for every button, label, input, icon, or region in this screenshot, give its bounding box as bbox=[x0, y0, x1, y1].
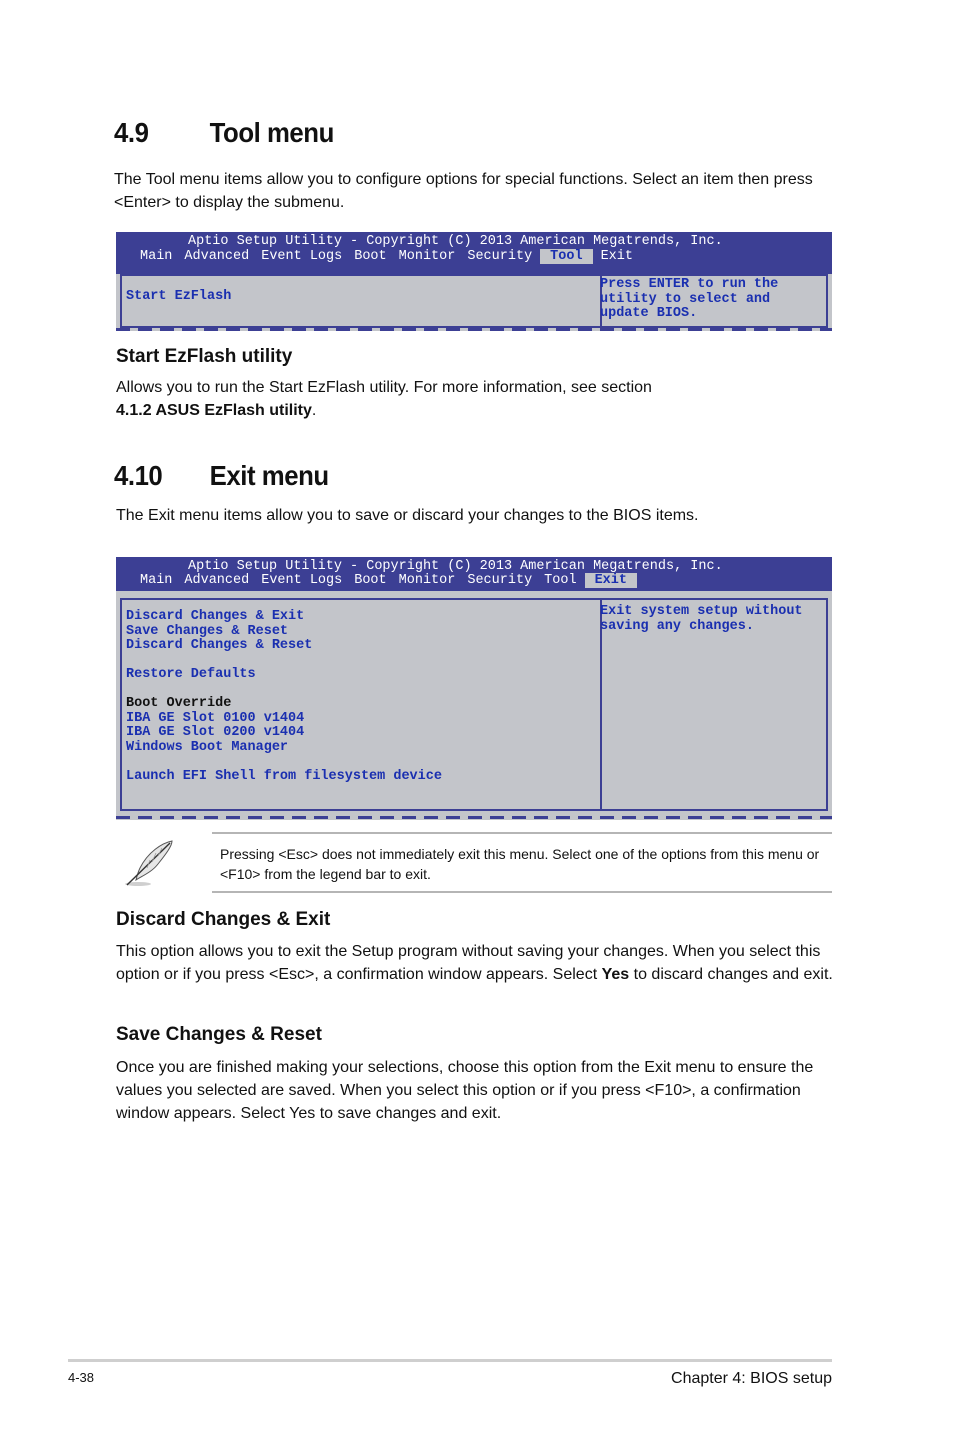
bios-tab-security[interactable]: Security bbox=[463, 573, 536, 588]
bios-title: Aptio Setup Utility - Copyright (C) 2013… bbox=[188, 234, 723, 249]
bios-menu-item[interactable]: Start EzFlash bbox=[126, 289, 600, 305]
footer-rule bbox=[68, 1359, 832, 1362]
bios-screen-exit: Aptio Setup Utility - Copyright (C) 2013… bbox=[116, 557, 832, 820]
exit-menu-intro: The Exit menu items allow you to save or… bbox=[116, 507, 699, 524]
bios-header: Aptio Setup Utility - Copyright (C) 2013… bbox=[116, 232, 832, 274]
bios-tab-tool[interactable]: Tool bbox=[540, 573, 580, 588]
note-bottom-rule bbox=[212, 891, 832, 893]
bios-item-list: Start EzFlash bbox=[122, 276, 602, 326]
note-top-rule bbox=[212, 832, 832, 834]
section-reference[interactable]: 4.1.2 ASUS EzFlash utility bbox=[116, 402, 312, 419]
description-text-end: to discard changes and exit. bbox=[629, 966, 833, 983]
bios-tab-boot[interactable]: Boot bbox=[350, 573, 390, 588]
bios-tab-main[interactable]: Main bbox=[136, 573, 176, 588]
bios-screen-tool: Aptio Setup Utility - Copyright (C) 2013… bbox=[116, 232, 832, 331]
subheading-discard-changes-exit: Discard Changes & Exit bbox=[116, 909, 331, 930]
section-title: Exit menu bbox=[209, 460, 329, 491]
section-title: Tool menu bbox=[209, 117, 335, 148]
bios-body: Discard Changes & Exit Save Changes & Res… bbox=[120, 598, 828, 811]
bold-yes: Yes bbox=[601, 966, 630, 983]
bios-tab-exit[interactable]: Exit bbox=[584, 573, 637, 588]
period: . bbox=[311, 402, 317, 419]
bios-tab-advanced[interactable]: Advanced bbox=[180, 249, 253, 264]
bios-help-text: Exit system setup without saving any cha… bbox=[600, 604, 803, 634]
start-ezflash-description: Allows you to run the Start EzFlash util… bbox=[116, 376, 836, 422]
subheading-save-changes-reset: Save Changes & Reset bbox=[116, 1024, 322, 1045]
bios-menu-item[interactable]: Save Changes & Reset bbox=[126, 624, 600, 640]
bios-tab-advanced[interactable]: Advanced bbox=[180, 573, 253, 588]
bios-tab-main[interactable]: Main bbox=[136, 249, 176, 264]
bios-title: Aptio Setup Utility - Copyright (C) 2013… bbox=[188, 559, 723, 574]
section-heading-exit-menu: 4.10 Exit menu bbox=[114, 460, 329, 492]
bios-menu-item[interactable]: Discard Changes & Exit bbox=[126, 609, 600, 625]
save-changes-reset-description: Once you are finished making your select… bbox=[116, 1059, 814, 1122]
bios-menu-item[interactable]: IBA GE Slot 0200 v1404 bbox=[126, 725, 600, 741]
subheading-start-ezflash: Start EzFlash utility bbox=[116, 346, 293, 367]
bios-item-spacer bbox=[126, 755, 600, 770]
bios-tab-bar: Main Advanced Event Logs Boot Monitor Securit… bbox=[136, 573, 641, 588]
note-text: Pressing <Esc> does not immediately exit… bbox=[220, 846, 820, 882]
bios-menu-item[interactable]: Windows Boot Manager bbox=[126, 740, 600, 756]
section-heading-tool-menu: 4.9 Tool menu bbox=[114, 117, 334, 149]
bios-menu-item[interactable]: Discard Changes & Reset bbox=[126, 638, 600, 654]
section-number: 4.10 bbox=[114, 460, 163, 491]
feather-pen-icon bbox=[122, 838, 178, 888]
bios-tab-security[interactable]: Security bbox=[463, 249, 536, 264]
bios-tab-boot[interactable]: Boot bbox=[350, 249, 390, 264]
bios-tab-event-logs[interactable]: Event Logs bbox=[257, 249, 346, 264]
bios-tab-event-logs[interactable]: Event Logs bbox=[257, 573, 346, 588]
bios-item-spacer bbox=[126, 654, 600, 669]
bios-help-text: Press ENTER to run the utility to select… bbox=[600, 277, 779, 321]
bios-menu-item[interactable]: IBA GE Slot 0100 v1404 bbox=[126, 711, 600, 727]
dashed-divider bbox=[116, 816, 832, 819]
bios-menu-item[interactable]: Launch EFI Shell from filesystem device bbox=[126, 769, 600, 785]
bios-group-label: Boot Override bbox=[126, 696, 232, 711]
bios-tab-monitor[interactable]: Monitor bbox=[395, 249, 460, 264]
bios-body: Start EzFlash Press ENTER to run the uti… bbox=[120, 274, 828, 328]
tool-menu-intro: The Tool menu items allow you to configu… bbox=[114, 171, 813, 211]
discard-changes-exit-description: This option allows you to exit the Setup… bbox=[116, 940, 836, 986]
bios-tab-bar: Main Advanced Event Logs Boot Monitor Securit… bbox=[136, 249, 641, 264]
bios-menu-item[interactable]: Restore Defaults bbox=[126, 667, 600, 683]
section-number: 4.9 bbox=[114, 117, 149, 148]
bios-item-list: Discard Changes & Exit Save Changes & Res… bbox=[122, 600, 602, 809]
bios-tab-monitor[interactable]: Monitor bbox=[395, 573, 460, 588]
bios-item-spacer bbox=[126, 683, 600, 698]
chapter-label: Chapter 4: BIOS setup bbox=[671, 1370, 832, 1387]
bios-header: Aptio Setup Utility - Copyright (C) 2013… bbox=[116, 557, 832, 591]
dashed-divider bbox=[116, 328, 832, 331]
page-number: 4-38 bbox=[68, 1370, 95, 1385]
bios-tab-tool[interactable]: Tool bbox=[540, 249, 593, 264]
bios-tab-exit[interactable]: Exit bbox=[597, 249, 637, 264]
description-text: Allows you to run the Start EzFlash util… bbox=[116, 379, 652, 396]
